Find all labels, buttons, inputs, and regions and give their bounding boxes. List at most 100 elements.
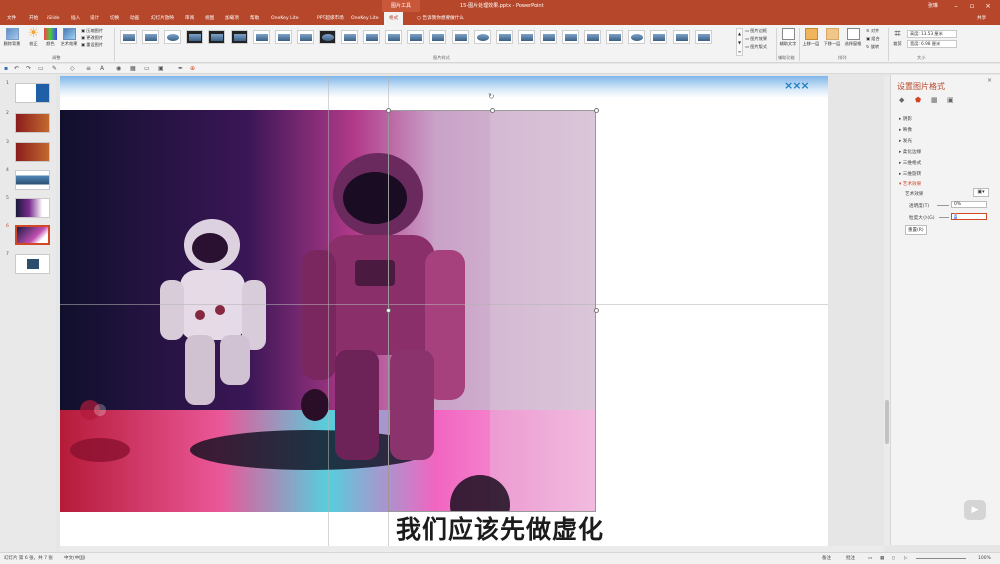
tab-format[interactable]: 格式 [384, 12, 404, 25]
slide-thumbnail[interactable] [15, 142, 50, 162]
play-icon[interactable]: ▶ [964, 500, 986, 520]
slide-thumbnail[interactable] [15, 83, 50, 103]
language-status[interactable]: 中文(中国) [64, 553, 86, 564]
comments-button[interactable]: 批注 [846, 553, 855, 564]
zoom-level[interactable]: 100% [978, 553, 991, 564]
slide-thumbnail[interactable] [15, 113, 50, 133]
vertical-scrollbar-thumb[interactable] [885, 400, 889, 444]
tab-slideshow[interactable]: 幻灯片放映 [146, 12, 179, 25]
tab-design[interactable]: 设计 [85, 12, 104, 25]
user-name[interactable]: 张琳 [928, 0, 938, 12]
group-button[interactable]: ▣ 组合 [866, 36, 880, 42]
text-icon[interactable]: A [100, 65, 104, 72]
picture-style-option[interactable] [341, 30, 358, 44]
section-glow[interactable]: ▸ 发光 [899, 138, 912, 144]
picture-style-option[interactable] [186, 30, 204, 44]
picture-style-option[interactable] [429, 30, 447, 44]
rotate-button[interactable]: ↻ 旋转 [866, 44, 879, 50]
resize-handle[interactable] [386, 108, 391, 113]
rotate-handle-icon[interactable]: ↻ [488, 92, 495, 101]
picture-style-option[interactable] [672, 30, 690, 44]
change-picture-button[interactable]: ▣ 更改图片 [81, 35, 103, 41]
tab-animations[interactable]: 动画 [125, 12, 144, 25]
resize-handle[interactable] [490, 108, 495, 113]
picture-style-option[interactable] [650, 30, 668, 44]
picture-style-option[interactable] [120, 30, 137, 44]
save-icon[interactable]: ▪ [4, 65, 8, 72]
picture-style-option[interactable] [252, 30, 270, 44]
tab-addins[interactable]: 加载项 [220, 12, 244, 25]
picture-style-option[interactable] [517, 30, 535, 44]
slide-sorter-icon[interactable]: ▦ [880, 553, 884, 564]
gallery-scroll[interactable]: ▲ ▼ ≡ [736, 28, 743, 56]
picture-style-option[interactable] [274, 30, 292, 44]
remove-background-button[interactable]: 删除背景 [2, 28, 22, 46]
crop-button[interactable]: ⌗ 裁剪 [891, 28, 904, 47]
normal-view-icon[interactable]: ▭ [868, 553, 872, 564]
picture-style-option[interactable] [606, 30, 624, 44]
table-icon[interactable]: ▦ [130, 65, 136, 72]
rectangle-icon[interactable]: ▭ [144, 65, 150, 72]
undo-icon[interactable]: ↶ [14, 65, 19, 72]
picture-style-option[interactable] [694, 30, 712, 44]
picture-style-option[interactable] [584, 30, 602, 44]
resize-handle[interactable] [594, 108, 599, 113]
section-shadow[interactable]: ▸ 阴影 [899, 116, 912, 122]
picture-style-option[interactable] [142, 30, 160, 44]
shapes-icon[interactable]: ◇ [70, 65, 75, 72]
picture-style-option[interactable] [363, 30, 381, 44]
picture-style-option[interactable] [407, 30, 425, 44]
tab-transitions[interactable]: 切换 [105, 12, 124, 25]
section-reflection[interactable]: ▸ 映像 [899, 127, 912, 133]
tab-onekey[interactable]: OneKey Lite [266, 12, 304, 25]
picture-style-option[interactable] [296, 30, 314, 44]
eyedropper-icon[interactable]: ✒ [178, 65, 183, 72]
slide-thumbnail[interactable] [15, 198, 50, 218]
picture-icon[interactable]: ▣ [947, 96, 954, 104]
picture-effects-button[interactable]: ▭ 图片效果 [745, 36, 767, 42]
start-slideshow-icon[interactable]: ▭ [38, 65, 44, 72]
effects-pentagon-icon[interactable]: ⬟ [915, 96, 921, 104]
eye-icon[interactable]: ◉ [116, 65, 121, 72]
format-painter-icon[interactable]: ✎ [52, 65, 57, 72]
picture-style-option[interactable] [562, 30, 579, 44]
tell-me-search[interactable]: ○ 告诉我你想要做什么 [412, 12, 469, 25]
more-commands-icon[interactable]: ⊕ [190, 65, 195, 72]
compress-pictures-button[interactable]: ▣ 压缩图片 [81, 28, 103, 34]
section-3d-rotation[interactable]: ▸ 三维旋转 [899, 171, 921, 177]
corrections-button[interactable]: ☀ 校正 [25, 27, 42, 46]
maximize-icon[interactable]: ▫ [966, 1, 978, 11]
picture-style-option[interactable] [318, 30, 336, 44]
picture-style-option[interactable] [164, 30, 182, 44]
bring-forward-button[interactable]: 上移一层 [801, 28, 821, 46]
close-icon[interactable]: × [987, 77, 992, 84]
tab-insert[interactable]: 插入 [66, 12, 85, 25]
artistic-effect-picker[interactable]: ▣▾ [973, 188, 989, 197]
selection-pane-button[interactable]: 选择窗格 [843, 28, 863, 46]
notes-button[interactable]: 备注 [822, 553, 831, 564]
section-3d-format[interactable]: ▸ 三维格式 [899, 160, 921, 166]
width-field[interactable]: 宽度: 6.98 厘米 [907, 40, 957, 48]
align-button[interactable]: ≡ 对齐 [866, 28, 879, 34]
tab-view[interactable]: 视图 [200, 12, 219, 25]
tab-help[interactable]: 帮助 [245, 12, 264, 25]
section-artistic-effects[interactable]: ▾ 艺术效果 [899, 181, 921, 187]
minimize-icon[interactable]: – [950, 1, 962, 11]
artistic-effects-button[interactable]: 艺术效果 [59, 28, 79, 46]
alt-text-button[interactable]: 辅助文字 [779, 28, 797, 46]
transparency-slider[interactable] [937, 205, 949, 206]
section-soft-edges[interactable]: ▸ 柔化边缘 [899, 149, 921, 155]
tab-review[interactable]: 审阅 [180, 12, 199, 25]
reading-view-icon[interactable]: ▯ [892, 553, 894, 564]
picture-style-option[interactable] [208, 30, 226, 44]
send-backward-button[interactable]: 下移一层 [822, 28, 842, 46]
picture-layout-button[interactable]: ▭ 图片版式 [745, 44, 767, 50]
picture-icon[interactable]: ▣ [158, 65, 164, 72]
resize-handle[interactable] [594, 308, 599, 313]
slide-thumbnail-selected[interactable] [15, 225, 50, 245]
picture-style-option[interactable] [385, 30, 403, 44]
tab-islide[interactable]: iSlide [42, 12, 65, 25]
tab-file[interactable]: 文件 [2, 12, 21, 25]
reset-picture-button[interactable]: ▣ 重设图片 [81, 42, 103, 48]
align-left-icon[interactable]: ≡ [86, 65, 91, 72]
